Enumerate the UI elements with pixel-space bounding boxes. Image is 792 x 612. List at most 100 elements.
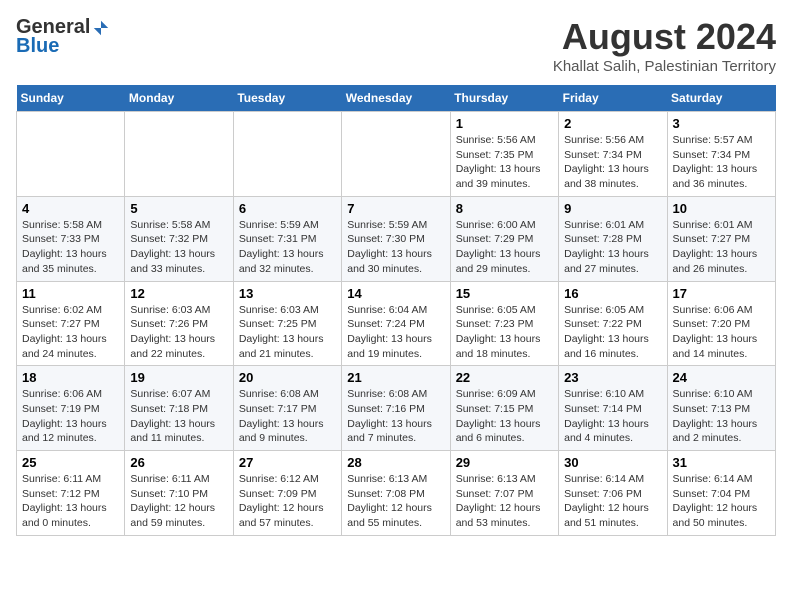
day-number: 3 [673,116,770,131]
day-number: 16 [564,286,661,301]
day-number: 19 [130,370,227,385]
calendar-day-cell: 25 Sunrise: 6:11 AM Sunset: 7:12 PM Dayli… [17,451,125,536]
calendar-week-row: 18 Sunrise: 6:06 AM Sunset: 7:19 PM Dayli… [17,366,776,451]
day-info: Sunrise: 6:01 AM Sunset: 7:27 PM Dayligh… [673,218,770,277]
day-info: Sunrise: 6:13 AM Sunset: 7:08 PM Dayligh… [347,472,444,531]
logo-icon [92,19,110,37]
calendar-day-cell: 20Sunrise: 6:08 AM Sunset: 7:17 PM Dayli… [233,366,341,451]
calendar-day-cell: 26 Sunrise: 6:11 AM Sunset: 7:10 PM Dayli… [125,451,233,536]
calendar-day-cell: 12 Sunrise: 6:03 AM Sunset: 7:26 PM Dayli… [125,281,233,366]
day-info: Sunrise: 6:06 AM Sunset: 7:20 PM Dayligh… [673,303,770,362]
day-number: 7 [347,201,444,216]
weekday-header: Sunday [17,85,125,112]
calendar-day-cell [233,112,341,197]
calendar-day-cell: 15 Sunrise: 6:05 AM Sunset: 7:23 PM Dayli… [450,281,558,366]
day-number: 25 [22,455,119,470]
day-number: 22 [456,370,553,385]
day-info: Sunrise: 6:11 AM Sunset: 7:10 PM Dayligh… [130,472,227,531]
day-info: Sunrise: 6:03 AM Sunset: 7:26 PM Dayligh… [130,303,227,362]
calendar-day-cell: 10 Sunrise: 6:01 AM Sunset: 7:27 PM Dayli… [667,196,775,281]
day-info: Sunrise: 6:05 AM Sunset: 7:23 PM Dayligh… [456,303,553,362]
day-number: 21 [347,370,444,385]
calendar-day-cell: 6 Sunrise: 5:59 AM Sunset: 7:31 PM Daylig… [233,196,341,281]
day-info: Sunrise: 6:12 AM Sunset: 7:09 PM Dayligh… [239,472,336,531]
day-info: Sunrise: 6:06 AM Sunset: 7:19 PM Dayligh… [22,387,119,446]
month-title: August 2024 [553,16,776,58]
day-number: 20 [239,370,336,385]
weekday-header: Wednesday [342,85,450,112]
day-info: Sunrise: 5:59 AM Sunset: 7:31 PM Dayligh… [239,218,336,277]
day-info: Sunrise: 6:01 AM Sunset: 7:28 PM Dayligh… [564,218,661,277]
calendar-week-row: 4 Sunrise: 5:58 AM Sunset: 7:33 PM Daylig… [17,196,776,281]
calendar-day-cell: 16Sunrise: 6:05 AM Sunset: 7:22 PM Dayli… [559,281,667,366]
calendar-day-cell: 23Sunrise: 6:10 AM Sunset: 7:14 PM Dayli… [559,366,667,451]
day-info: Sunrise: 6:09 AM Sunset: 7:15 PM Dayligh… [456,387,553,446]
title-area: August 2024 Khallat Salih, Palestinian T… [553,16,776,75]
day-number: 13 [239,286,336,301]
calendar-day-cell: 9 Sunrise: 6:01 AM Sunset: 7:28 PM Daylig… [559,196,667,281]
day-number: 26 [130,455,227,470]
day-info: Sunrise: 6:10 AM Sunset: 7:13 PM Dayligh… [673,387,770,446]
day-number: 28 [347,455,444,470]
calendar-day-cell: 30Sunrise: 6:14 AM Sunset: 7:06 PM Dayli… [559,451,667,536]
location: Khallat Salih, Palestinian Territory [553,58,776,75]
calendar-day-cell: 5 Sunrise: 5:58 AM Sunset: 7:32 PM Daylig… [125,196,233,281]
calendar-day-cell: 28 Sunrise: 6:13 AM Sunset: 7:08 PM Dayli… [342,451,450,536]
day-info: Sunrise: 6:04 AM Sunset: 7:24 PM Dayligh… [347,303,444,362]
day-number: 4 [22,201,119,216]
day-info: Sunrise: 5:58 AM Sunset: 7:32 PM Dayligh… [130,218,227,277]
weekday-header: Friday [559,85,667,112]
day-info: Sunrise: 6:02 AM Sunset: 7:27 PM Dayligh… [22,303,119,362]
day-number: 6 [239,201,336,216]
day-number: 15 [456,286,553,301]
day-number: 27 [239,455,336,470]
day-number: 2 [564,116,661,131]
weekday-header-row: SundayMondayTuesdayWednesdayThursdayFrid… [17,85,776,112]
day-info: Sunrise: 6:13 AM Sunset: 7:07 PM Dayligh… [456,472,553,531]
calendar-day-cell: 3 Sunrise: 5:57 AM Sunset: 7:34 PM Daylig… [667,112,775,197]
logo: General Blue [16,16,110,58]
calendar-day-cell: 13Sunrise: 6:03 AM Sunset: 7:25 PM Dayli… [233,281,341,366]
calendar-day-cell: 17 Sunrise: 6:06 AM Sunset: 7:20 PM Dayli… [667,281,775,366]
day-number: 11 [22,286,119,301]
calendar-day-cell: 19Sunrise: 6:07 AM Sunset: 7:18 PM Dayli… [125,366,233,451]
calendar-day-cell: 1 Sunrise: 5:56 AM Sunset: 7:35 PM Daylig… [450,112,558,197]
day-info: Sunrise: 6:14 AM Sunset: 7:06 PM Dayligh… [564,472,661,531]
day-info: Sunrise: 5:58 AM Sunset: 7:33 PM Dayligh… [22,218,119,277]
calendar-day-cell: 21 Sunrise: 6:08 AM Sunset: 7:16 PM Dayli… [342,366,450,451]
calendar-week-row: 1 Sunrise: 5:56 AM Sunset: 7:35 PM Daylig… [17,112,776,197]
day-info: Sunrise: 6:08 AM Sunset: 7:16 PM Dayligh… [347,387,444,446]
day-info: Sunrise: 6:00 AM Sunset: 7:29 PM Dayligh… [456,218,553,277]
day-info: Sunrise: 5:56 AM Sunset: 7:35 PM Dayligh… [456,133,553,192]
weekday-header: Monday [125,85,233,112]
day-info: Sunrise: 6:10 AM Sunset: 7:14 PM Dayligh… [564,387,661,446]
calendar-day-cell: 22 Sunrise: 6:09 AM Sunset: 7:15 PM Dayli… [450,366,558,451]
logo-blue: Blue [16,35,59,58]
calendar-day-cell: 2 Sunrise: 5:56 AM Sunset: 7:34 PM Daylig… [559,112,667,197]
day-number: 17 [673,286,770,301]
day-number: 9 [564,201,661,216]
day-number: 18 [22,370,119,385]
day-info: Sunrise: 6:11 AM Sunset: 7:12 PM Dayligh… [22,472,119,531]
day-info: Sunrise: 5:57 AM Sunset: 7:34 PM Dayligh… [673,133,770,192]
day-number: 24 [673,370,770,385]
calendar-day-cell [125,112,233,197]
calendar-day-cell [342,112,450,197]
calendar-day-cell: 8 Sunrise: 6:00 AM Sunset: 7:29 PM Daylig… [450,196,558,281]
page-header: General Blue August 2024 Khallat Salih, … [16,16,776,75]
day-number: 8 [456,201,553,216]
day-info: Sunrise: 5:56 AM Sunset: 7:34 PM Dayligh… [564,133,661,192]
calendar-day-cell [17,112,125,197]
calendar-day-cell: 27 Sunrise: 6:12 AM Sunset: 7:09 PM Dayli… [233,451,341,536]
weekday-header: Tuesday [233,85,341,112]
calendar-day-cell: 24 Sunrise: 6:10 AM Sunset: 7:13 PM Dayli… [667,366,775,451]
day-number: 5 [130,201,227,216]
day-number: 1 [456,116,553,131]
day-info: Sunrise: 6:14 AM Sunset: 7:04 PM Dayligh… [673,472,770,531]
day-number: 12 [130,286,227,301]
calendar-day-cell: 29Sunrise: 6:13 AM Sunset: 7:07 PM Dayli… [450,451,558,536]
day-number: 10 [673,201,770,216]
day-info: Sunrise: 5:59 AM Sunset: 7:30 PM Dayligh… [347,218,444,277]
calendar-week-row: 11 Sunrise: 6:02 AM Sunset: 7:27 PM Dayli… [17,281,776,366]
weekday-header: Thursday [450,85,558,112]
